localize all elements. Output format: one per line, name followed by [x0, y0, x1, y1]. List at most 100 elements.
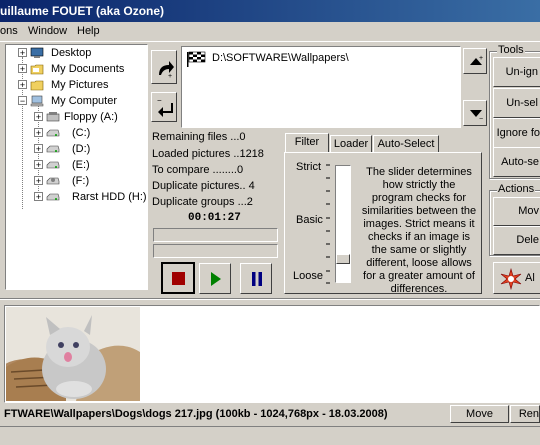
add-folder-button[interactable]: +	[151, 50, 177, 84]
triangle-down-icon: −	[470, 110, 483, 121]
similarity-slider[interactable]	[335, 165, 351, 283]
stat-loaded: Loaded pictures ..1218	[152, 148, 264, 160]
menu-window[interactable]: Window	[28, 25, 67, 37]
folder-path: D:\SOFTWARE\Wallpapers\	[212, 52, 349, 64]
stop-button[interactable]	[161, 262, 195, 294]
tree-item-label: (C:)	[72, 127, 91, 139]
drive-icon	[46, 193, 60, 201]
svg-text:−: −	[479, 116, 483, 121]
expand-icon[interactable]: +	[34, 160, 43, 170]
progress-bar-1	[153, 228, 278, 242]
computer-icon	[30, 95, 44, 107]
drive-icon	[46, 161, 60, 169]
expand-icon[interactable]: +	[18, 80, 27, 90]
expand-icon[interactable]: +	[34, 128, 43, 138]
tab-filter[interactable]: Filter	[285, 133, 329, 153]
desktop-icon	[30, 47, 44, 58]
pause-button[interactable]	[240, 263, 272, 294]
priority-down-button[interactable]: −	[463, 100, 487, 126]
stat-remaining: Remaining files ...0	[152, 131, 246, 143]
progress-bar-2	[153, 244, 278, 258]
remove-folder-button[interactable]: −	[151, 92, 177, 122]
tree-item-label: Floppy (A:)	[64, 111, 118, 123]
tree-item-label: (E:)	[72, 159, 90, 171]
floppy-icon	[46, 112, 60, 122]
tree-item-label: Rarst HDD (H:)	[72, 191, 147, 203]
folder-tree[interactable]: + Desktop + My Documents + My Pictures −…	[5, 44, 148, 290]
status-rename-button[interactable]: Ren	[510, 405, 540, 423]
tree-item-desktop[interactable]: + Desktop	[6, 45, 146, 61]
unselect-button[interactable]: Un-sel	[493, 88, 540, 118]
play-icon	[211, 272, 221, 286]
move-button[interactable]: Mov	[493, 197, 540, 226]
expand-icon[interactable]: +	[34, 144, 43, 154]
expand-icon[interactable]: +	[18, 48, 27, 58]
tree-item-label: My Computer	[51, 95, 118, 107]
filter-panel: Strict Basic Loose The slider determines…	[284, 152, 482, 295]
tree-item-label: (F:)	[72, 175, 90, 187]
triangle-up-icon: +	[470, 55, 483, 65]
add-arrow-icon: +	[159, 61, 174, 79]
priority-up-button[interactable]: +	[463, 48, 487, 74]
stat-duplicates: Duplicate pictures.. 4	[152, 180, 255, 192]
tree-item-drive-c[interactable]: + (C:)	[6, 125, 146, 141]
star-burst-icon	[500, 268, 522, 290]
remove-arrow-icon: −	[157, 97, 173, 117]
status-bar: FTWARE\Wallpapers\Dogs\dogs 217.jpg (100…	[0, 404, 540, 426]
drive-icon	[46, 177, 60, 185]
checkered-flag-icon	[187, 51, 206, 67]
all-button-label: Al	[525, 272, 535, 284]
filter-description: The slider determines how strictly the p…	[361, 166, 477, 295]
svg-text:+: +	[479, 55, 483, 62]
separator	[0, 298, 540, 300]
svg-text:+: +	[168, 73, 172, 79]
bottom-strip	[0, 426, 540, 445]
tools-title: Tools	[497, 44, 525, 56]
folder-icon	[30, 64, 44, 75]
play-button[interactable]	[199, 263, 231, 294]
slider-thumb[interactable]	[336, 254, 350, 264]
tree-item-drive-d[interactable]: + (D:)	[6, 141, 146, 157]
drive-icon	[46, 145, 60, 153]
slider-ticks	[326, 164, 330, 284]
tree-item-label: My Documents	[51, 63, 125, 75]
folder-icon	[30, 80, 44, 91]
expand-icon[interactable]: +	[34, 192, 43, 202]
menu-options[interactable]: ons	[0, 25, 18, 37]
tree-item-drive-e[interactable]: + (E:)	[6, 157, 146, 173]
folder-list-item[interactable]: D:\SOFTWARE\Wallpapers\	[185, 51, 459, 67]
title-bar: uillaume FOUET (aka Ozone)	[0, 0, 540, 22]
basic-label: Basic	[296, 214, 323, 226]
tree-item-label: Desktop	[51, 47, 92, 59]
status-path: FTWARE\Wallpapers\Dogs\dogs 217.jpg (100…	[4, 408, 388, 420]
pause-icon	[252, 272, 262, 286]
expand-icon[interactable]: +	[34, 112, 43, 122]
folder-list[interactable]: D:\SOFTWARE\Wallpapers\	[181, 46, 461, 128]
unignore-button[interactable]: Un-ign	[493, 57, 540, 87]
tab-loader[interactable]: Loader	[330, 135, 372, 153]
stop-icon	[172, 272, 185, 285]
elapsed-time: 00:01:27	[188, 212, 241, 224]
loose-label: Loose	[293, 270, 323, 282]
all-button[interactable]: Al	[493, 262, 540, 294]
delete-button[interactable]: Dele	[493, 226, 540, 255]
menu-help[interactable]: Help	[77, 25, 100, 37]
ignore-folder-button[interactable]: Ignore fo	[493, 118, 540, 148]
expand-icon[interactable]: +	[34, 176, 43, 186]
preview-area	[4, 305, 540, 403]
stat-groups: Duplicate groups ...2	[152, 196, 253, 208]
collapse-icon[interactable]: −	[18, 96, 27, 106]
tree-item-my-documents[interactable]: + My Documents	[6, 61, 146, 77]
drive-icon	[46, 129, 60, 137]
tree-item-floppy[interactable]: + Floppy (A:)	[6, 109, 146, 125]
auto-select-button[interactable]: Auto-se	[493, 147, 540, 177]
tree-item-label: My Pictures	[51, 79, 109, 91]
tree-item-drive-h[interactable]: + Rarst HDD (H:)	[6, 189, 147, 205]
stat-to-compare: To compare ........0	[152, 164, 244, 176]
expand-icon[interactable]: +	[18, 64, 27, 74]
status-move-button[interactable]: Move	[450, 405, 509, 423]
tree-item-my-computer[interactable]: − My Computer	[6, 93, 146, 109]
tree-item-my-pictures[interactable]: + My Pictures	[6, 77, 146, 93]
tab-auto-select[interactable]: Auto-Select	[373, 135, 439, 153]
tree-item-drive-f[interactable]: + (F:)	[6, 173, 146, 189]
